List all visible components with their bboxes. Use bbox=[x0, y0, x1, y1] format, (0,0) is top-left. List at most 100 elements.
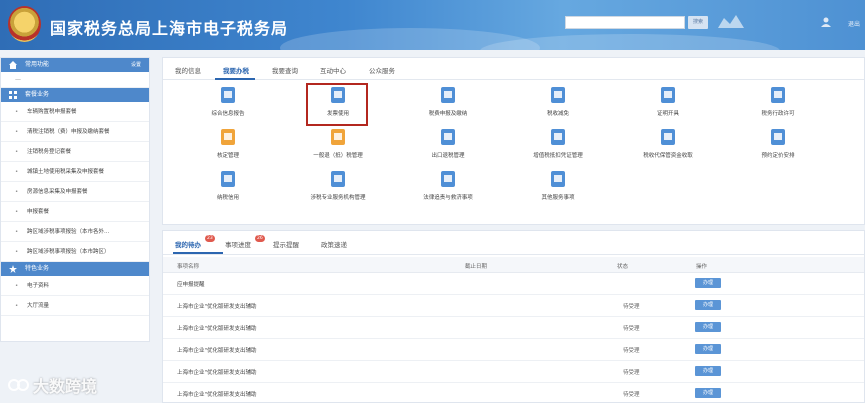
function-verify[interactable]: 核定管理 bbox=[173, 128, 283, 168]
function-agency[interactable]: 涉税专业服务机构管理 bbox=[283, 170, 393, 210]
function-label: 税收代保管资金收取 bbox=[643, 153, 693, 159]
common-functions-header: 常用功能 设置 bbox=[1, 58, 149, 72]
tab-reminders[interactable]: 提示提醒 bbox=[273, 239, 299, 249]
sidebar-item[interactable]: 跨区域涉税事项报验（本市各外... bbox=[1, 222, 149, 242]
handle-button[interactable]: 办理 bbox=[695, 278, 721, 288]
watermark-text: 大数跨境 bbox=[33, 379, 98, 396]
sidebar-item[interactable]: 房源信息采集及申报套餐 bbox=[1, 182, 149, 202]
function-report[interactable]: 综合信息报告 bbox=[173, 86, 283, 126]
watermark: 大数跨境 bbox=[8, 373, 97, 397]
tax-relief-icon bbox=[551, 87, 565, 103]
verify-icon bbox=[221, 129, 235, 145]
home-icon bbox=[9, 61, 17, 69]
tab-handle-tax[interactable]: 我要办税 bbox=[223, 65, 249, 75]
user-icon[interactable] bbox=[820, 16, 832, 28]
grid-icon bbox=[9, 91, 17, 99]
function-label: 纳税信用 bbox=[216, 195, 239, 201]
package-business-header: 套餐业务 bbox=[1, 88, 149, 102]
search-button[interactable]: 搜索 bbox=[688, 16, 708, 29]
sidebar-item[interactable]: 清税注销税（费）申报及缴纳套餐 bbox=[1, 122, 149, 142]
column-header: 操作 bbox=[696, 264, 708, 270]
license-icon bbox=[771, 87, 785, 103]
function-label: 涉税专业服务机构管理 bbox=[310, 195, 366, 201]
tab-interaction[interactable]: 互动中心 bbox=[320, 65, 346, 75]
function-label: 税务行政许可 bbox=[761, 111, 795, 117]
sidebar-item[interactable]: 跨区域涉税事项报验（本市跨区） bbox=[1, 242, 149, 262]
column-header: 截止日期 bbox=[465, 264, 488, 270]
star-icon bbox=[9, 265, 17, 273]
todo-panel: 我的待办 23 事项进度 26 提示提醒 政策速递 事项名称 截止日期 状态 操… bbox=[162, 230, 865, 403]
function-tax-relief[interactable]: 税收减免 bbox=[503, 86, 613, 126]
logout-link[interactable]: 退出 bbox=[848, 19, 860, 28]
function-tax-declare[interactable]: 税费申报及缴纳 bbox=[393, 86, 503, 126]
function-label: 预约定价安排 bbox=[761, 153, 795, 159]
handle-button[interactable]: 办理 bbox=[695, 300, 721, 310]
function-pricing[interactable]: 预约定价安排 bbox=[723, 128, 833, 168]
sidebar-item[interactable]: 电子资料 bbox=[1, 276, 149, 296]
sidebar-item[interactable]: 大厅流量 bbox=[1, 296, 149, 316]
tab-public-service[interactable]: 公众服务 bbox=[369, 65, 395, 75]
function-license[interactable]: 税务行政许可 bbox=[723, 86, 833, 126]
function-label: 增值税抵扣凭证管理 bbox=[533, 153, 583, 159]
function-certificate[interactable]: 证明开具 bbox=[613, 86, 723, 126]
table-row: 上海市企业"优化版研发支出辅助 待受理 办理 bbox=[163, 339, 864, 361]
featured-business-title: 特色业务 bbox=[25, 265, 50, 272]
table-row: 上海市企业"优化版研发支出辅助 待受理 办理 bbox=[163, 361, 864, 383]
task-name: 上海市企业"优化版研发支出辅助 bbox=[177, 392, 257, 398]
todo-badge: 23 bbox=[205, 235, 215, 242]
banner-decoration bbox=[480, 34, 780, 50]
tab-policy[interactable]: 政策速递 bbox=[321, 239, 347, 249]
function-law[interactable]: 法律追责与救济事项 bbox=[393, 170, 503, 210]
task-name: 上海市企业"优化版研发支出辅助 bbox=[177, 370, 257, 376]
common-functions-empty: — bbox=[1, 72, 149, 88]
function-other[interactable]: 其他服务事项 bbox=[503, 170, 613, 210]
sidebar-item[interactable]: 注销税务登记套餐 bbox=[1, 142, 149, 162]
function-label: 出口退税管理 bbox=[431, 153, 465, 159]
tax-declare-icon bbox=[441, 87, 455, 103]
featured-business-header: 特色业务 bbox=[1, 262, 149, 276]
handle-button[interactable]: 办理 bbox=[695, 366, 721, 376]
function-credit[interactable]: 纳税信用 bbox=[173, 170, 283, 210]
main-panel: 我的信息 我要办税 我要查询 互动中心 公众服务 综合信息报告 发票使用 税费申报及… bbox=[162, 57, 865, 225]
table-row: 上海市企业"优化版研发支出辅助 待受理 办理 bbox=[163, 383, 864, 403]
function-fund[interactable]: 税收代保管资金收取 bbox=[613, 128, 723, 168]
law-icon bbox=[441, 171, 455, 187]
sidebar-item[interactable]: 申报套餐 bbox=[1, 202, 149, 222]
export-refund-icon bbox=[441, 129, 455, 145]
handle-button[interactable]: 办理 bbox=[695, 344, 721, 354]
other-icon bbox=[551, 171, 565, 187]
column-header: 状态 bbox=[617, 264, 629, 270]
tab-my-info[interactable]: 我的信息 bbox=[175, 65, 201, 75]
tax-emblem-logo bbox=[8, 6, 41, 42]
left-sidebar: 常用功能 设置 — 套餐业务 车辆购置税申报套餐 清税注销税（费）申报及缴纳套餐… bbox=[0, 57, 150, 342]
tab-my-todo[interactable]: 我的待办 bbox=[175, 239, 201, 249]
table-row: 应申报提醒 办理 bbox=[163, 273, 864, 295]
task-status: 待受理 bbox=[623, 392, 640, 398]
function-label: 综合信息报告 bbox=[211, 111, 245, 117]
task-status: 待受理 bbox=[623, 326, 640, 332]
agency-icon bbox=[331, 171, 345, 187]
task-name: 上海市企业"优化版研发支出辅助 bbox=[177, 348, 257, 354]
function-label: 税费申报及缴纳 bbox=[428, 111, 468, 117]
function-export-refund[interactable]: 出口退税管理 bbox=[393, 128, 503, 168]
function-refund[interactable]: 一般退（抵）税管理 bbox=[283, 128, 393, 168]
building-decoration-icon bbox=[718, 15, 744, 28]
tab-query[interactable]: 我要查询 bbox=[272, 65, 298, 75]
function-vat[interactable]: 增值税抵扣凭证管理 bbox=[503, 128, 613, 168]
invoice-highlight-box bbox=[306, 83, 368, 126]
task-status: 待受理 bbox=[623, 370, 640, 376]
function-label: 一般退（抵）税管理 bbox=[313, 153, 363, 159]
sidebar-item[interactable]: 车辆购置税申报套餐 bbox=[1, 102, 149, 122]
function-label: 税收减免 bbox=[546, 111, 569, 117]
credit-icon bbox=[221, 171, 235, 187]
task-name: 上海市企业"优化版研发支出辅助 bbox=[177, 304, 257, 310]
sidebar-item[interactable]: 城镇土地使用税采集及申报套餐 bbox=[1, 162, 149, 182]
tab-divider bbox=[163, 254, 864, 255]
progress-badge: 26 bbox=[255, 235, 265, 242]
handle-button[interactable]: 办理 bbox=[695, 388, 721, 398]
tab-progress[interactable]: 事项进度 bbox=[225, 239, 251, 249]
handle-button[interactable]: 办理 bbox=[695, 322, 721, 332]
task-status: 待受理 bbox=[623, 304, 640, 310]
settings-link[interactable]: 设置 bbox=[131, 58, 141, 72]
search-input[interactable] bbox=[565, 16, 685, 29]
